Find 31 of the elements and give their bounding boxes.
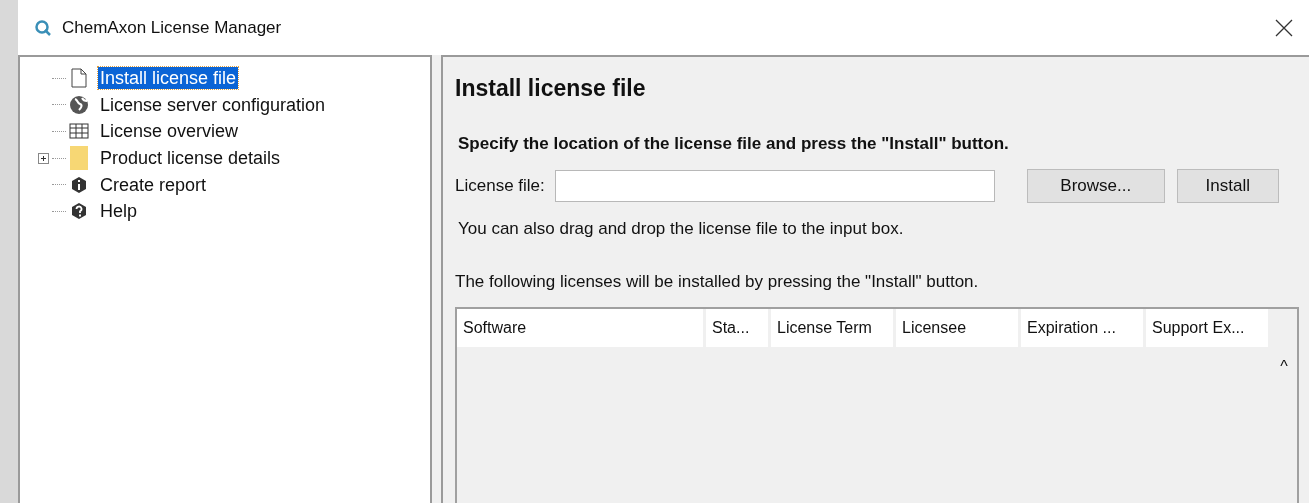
field-label: License file: <box>455 175 545 198</box>
panel-heading: Install license file <box>455 74 647 103</box>
scroll-up-glyph[interactable]: ^ <box>1280 355 1288 375</box>
column-header[interactable]: Licensee <box>896 309 1018 347</box>
close-icon <box>1275 18 1293 37</box>
tree-item[interactable]: License server configuration <box>98 93 328 116</box>
tree-item[interactable]: Product license details <box>98 147 283 170</box>
install-button[interactable]: Install <box>1176 169 1279 203</box>
column-header[interactable]: Software <box>457 309 703 347</box>
app-logo-icon <box>34 18 52 37</box>
info-icon <box>70 175 88 194</box>
tree-item[interactable]: Create report <box>98 173 209 196</box>
globe-icon <box>69 94 89 115</box>
table-caption: The following licenses will be installed by pressing the "Install" button. <box>455 270 980 293</box>
column-header[interactable]: License Term <box>771 309 893 347</box>
tree-item[interactable]: Help <box>98 200 140 223</box>
instruction-text: Specify the location of the license file and press the "Install" button. <box>458 132 1010 155</box>
column-header[interactable]: Support Ex... <box>1146 309 1268 347</box>
document-icon <box>71 68 87 89</box>
tree-item[interactable]: Install license file <box>98 67 239 90</box>
browse-button[interactable]: Browse... <box>1026 169 1165 203</box>
table-icon <box>69 123 89 140</box>
window-title: ChemAxon License Manager <box>62 16 282 39</box>
tree-item[interactable]: License overview <box>98 120 241 143</box>
help-icon <box>70 202 88 221</box>
folder-icon <box>69 145 89 172</box>
column-header[interactable]: Sta... <box>706 309 768 347</box>
hint-text: You can also drag and drop the license file to the input box. <box>458 218 905 240</box>
column-header[interactable]: Expiration ... <box>1021 309 1143 347</box>
license-file-field[interactable] <box>554 170 995 202</box>
expand-icon[interactable] <box>37 152 49 164</box>
